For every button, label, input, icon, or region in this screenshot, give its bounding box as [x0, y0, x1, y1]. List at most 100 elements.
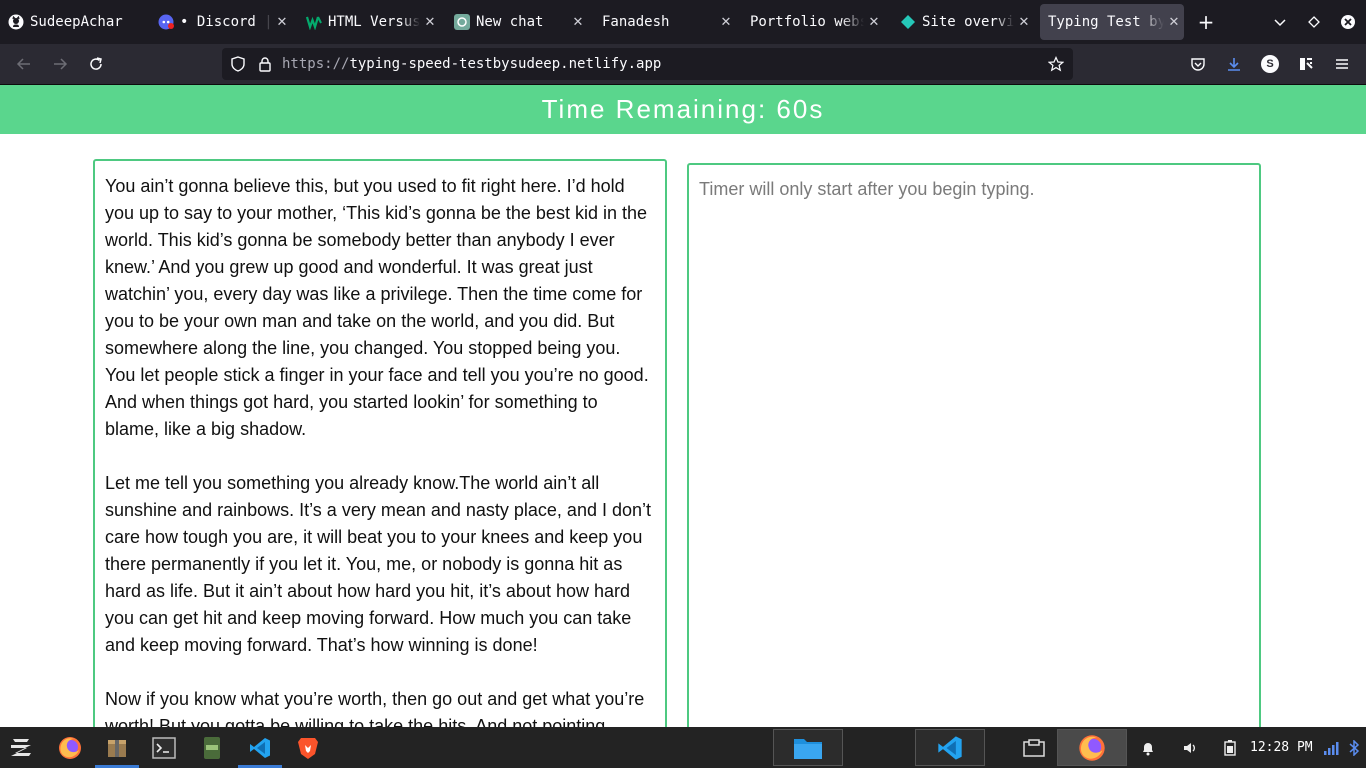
timer-header: Time Remaining: 60s [0, 85, 1366, 134]
tab-portfolio[interactable]: Portfolio webs ✕ [742, 4, 884, 40]
tab-title: Portfolio webs [750, 14, 864, 30]
bell-icon [1143, 742, 1153, 755]
window-vscode[interactable] [915, 729, 985, 766]
tab-title: New chat [476, 14, 544, 30]
back-button[interactable] [12, 52, 36, 76]
app-launcher-archive[interactable] [95, 727, 139, 768]
workspace-switcher[interactable] [1012, 729, 1056, 766]
diamond-icon [1308, 16, 1320, 28]
workspace-icon [1023, 738, 1045, 757]
netlify-icon [900, 14, 916, 30]
chatgpt-icon [454, 14, 470, 30]
close-tab-icon[interactable]: ✕ [864, 15, 884, 30]
quote-paragraph: You ain’t gonna believe this, but you us… [105, 176, 649, 439]
extension-icon [1300, 58, 1313, 70]
bluetooth-icon [1349, 739, 1360, 756]
taskbar: 12:28 PM [0, 727, 1366, 768]
tab-title: HTML Versus [328, 14, 420, 30]
chevron-down-icon [1274, 19, 1286, 27]
terminal-launcher[interactable] [142, 727, 186, 768]
clock-time: 12:28 PM [1250, 740, 1313, 755]
lock-icon[interactable] [258, 56, 272, 77]
hamburger-menu-icon [1336, 59, 1348, 69]
close-tab-icon[interactable]: ✕ [716, 15, 736, 30]
tab-title: Typing Test by [1048, 14, 1164, 30]
typing-input[interactable] [687, 163, 1261, 753]
extension-button[interactable] [1294, 52, 1318, 76]
tab-new-chat[interactable]: New chat ✕ [446, 4, 588, 40]
quote-display: You ain’t gonna believe this, but you us… [93, 159, 667, 749]
pocket-icon [1191, 58, 1205, 71]
new-tab-button[interactable]: + [1194, 10, 1218, 34]
notes-launcher[interactable] [190, 727, 234, 768]
zorin-menu-button[interactable] [2, 727, 40, 768]
close-tab-icon[interactable]: ✕ [568, 15, 588, 30]
speaker-icon [1184, 742, 1195, 753]
vscode-launcher[interactable] [238, 727, 282, 768]
archive-manager-icon [108, 739, 126, 757]
brave-launcher[interactable] [286, 727, 330, 768]
tab-title: Site overview [922, 14, 1014, 30]
minimize-button[interactable] [1302, 10, 1326, 34]
navigation-toolbar: https://typing-speed-testbysudeep.netlif… [0, 44, 1366, 85]
network-indicator[interactable] [1320, 727, 1342, 768]
bluetooth-indicator[interactable] [1344, 727, 1364, 768]
shield-icon[interactable] [230, 56, 246, 77]
vscode-icon [250, 737, 270, 758]
folder-icon [794, 738, 822, 759]
close-tab-icon[interactable]: ✕ [1014, 15, 1034, 30]
avatar: S [1261, 55, 1279, 73]
window-firefox[interactable] [1057, 729, 1127, 766]
signal-strength-icon [1324, 741, 1339, 755]
quote-paragraph: Let me tell you something you already kn… [105, 473, 652, 655]
battery-icon [1224, 739, 1236, 756]
tab-title: • Discord | # [180, 14, 272, 30]
tab-github[interactable]: SudeepAchar [0, 4, 148, 40]
clock[interactable]: 12:28 PM [1250, 727, 1313, 768]
time-remaining-label: Time Remaining: 60s [541, 94, 825, 124]
github-icon [8, 14, 24, 30]
tab-site-overview[interactable]: Site overview ✕ [892, 4, 1034, 40]
close-window-button[interactable] [1336, 10, 1360, 34]
zorin-logo-icon [11, 738, 31, 756]
brave-icon [298, 737, 318, 759]
url-protocol: https:// [282, 56, 350, 72]
tab-bar: SudeepAchar • Discord | # ✕ HTML Versus … [0, 0, 1366, 44]
firefox-icon [59, 736, 81, 759]
tab-title: Fanadesh [602, 14, 670, 30]
tab-html-versus[interactable]: HTML Versus ✕ [298, 4, 440, 40]
close-tab-icon[interactable]: ✕ [272, 15, 292, 30]
bookmark-star-icon[interactable] [1047, 56, 1065, 77]
window-files[interactable] [773, 729, 843, 766]
account-button[interactable]: S [1258, 52, 1282, 76]
list-all-tabs-button[interactable] [1268, 10, 1292, 34]
forward-button[interactable] [48, 52, 72, 76]
discord-icon [158, 14, 174, 30]
tab-fanadesh[interactable]: Fanadesh ✕ [594, 4, 736, 40]
tab-discord[interactable]: • Discord | # ✕ [150, 4, 292, 40]
battery-indicator[interactable] [1218, 727, 1242, 768]
menu-button[interactable] [1330, 52, 1354, 76]
vscode-icon [938, 735, 962, 760]
pocket-button[interactable] [1186, 52, 1210, 76]
tab-typing-test[interactable]: Typing Test by ✕ [1040, 4, 1184, 40]
address-bar[interactable]: https://typing-speed-testbysudeep.netlif… [222, 48, 1073, 80]
volume-button[interactable] [1178, 727, 1202, 768]
url-text[interactable]: https://typing-speed-testbysudeep.netlif… [282, 56, 661, 72]
url-host: typing-speed-testbysudeep.netlify.app [349, 56, 662, 72]
downloads-button[interactable] [1222, 52, 1246, 76]
notebook-icon [204, 736, 220, 759]
reload-icon [90, 57, 102, 70]
w3-icon [306, 14, 322, 30]
reload-button[interactable] [84, 52, 108, 76]
arrow-right-icon [54, 58, 68, 70]
arrow-left-icon [16, 58, 30, 70]
tab-title: SudeepAchar [30, 14, 123, 30]
avatar-initial: S [1266, 58, 1274, 70]
close-tab-icon[interactable]: ✕ [1164, 15, 1184, 30]
close-tab-icon[interactable]: ✕ [420, 15, 440, 30]
firefox-launcher[interactable] [48, 727, 92, 768]
firefox-icon [1079, 734, 1105, 761]
close-icon [1341, 15, 1355, 29]
notifications-button[interactable] [1136, 727, 1160, 768]
